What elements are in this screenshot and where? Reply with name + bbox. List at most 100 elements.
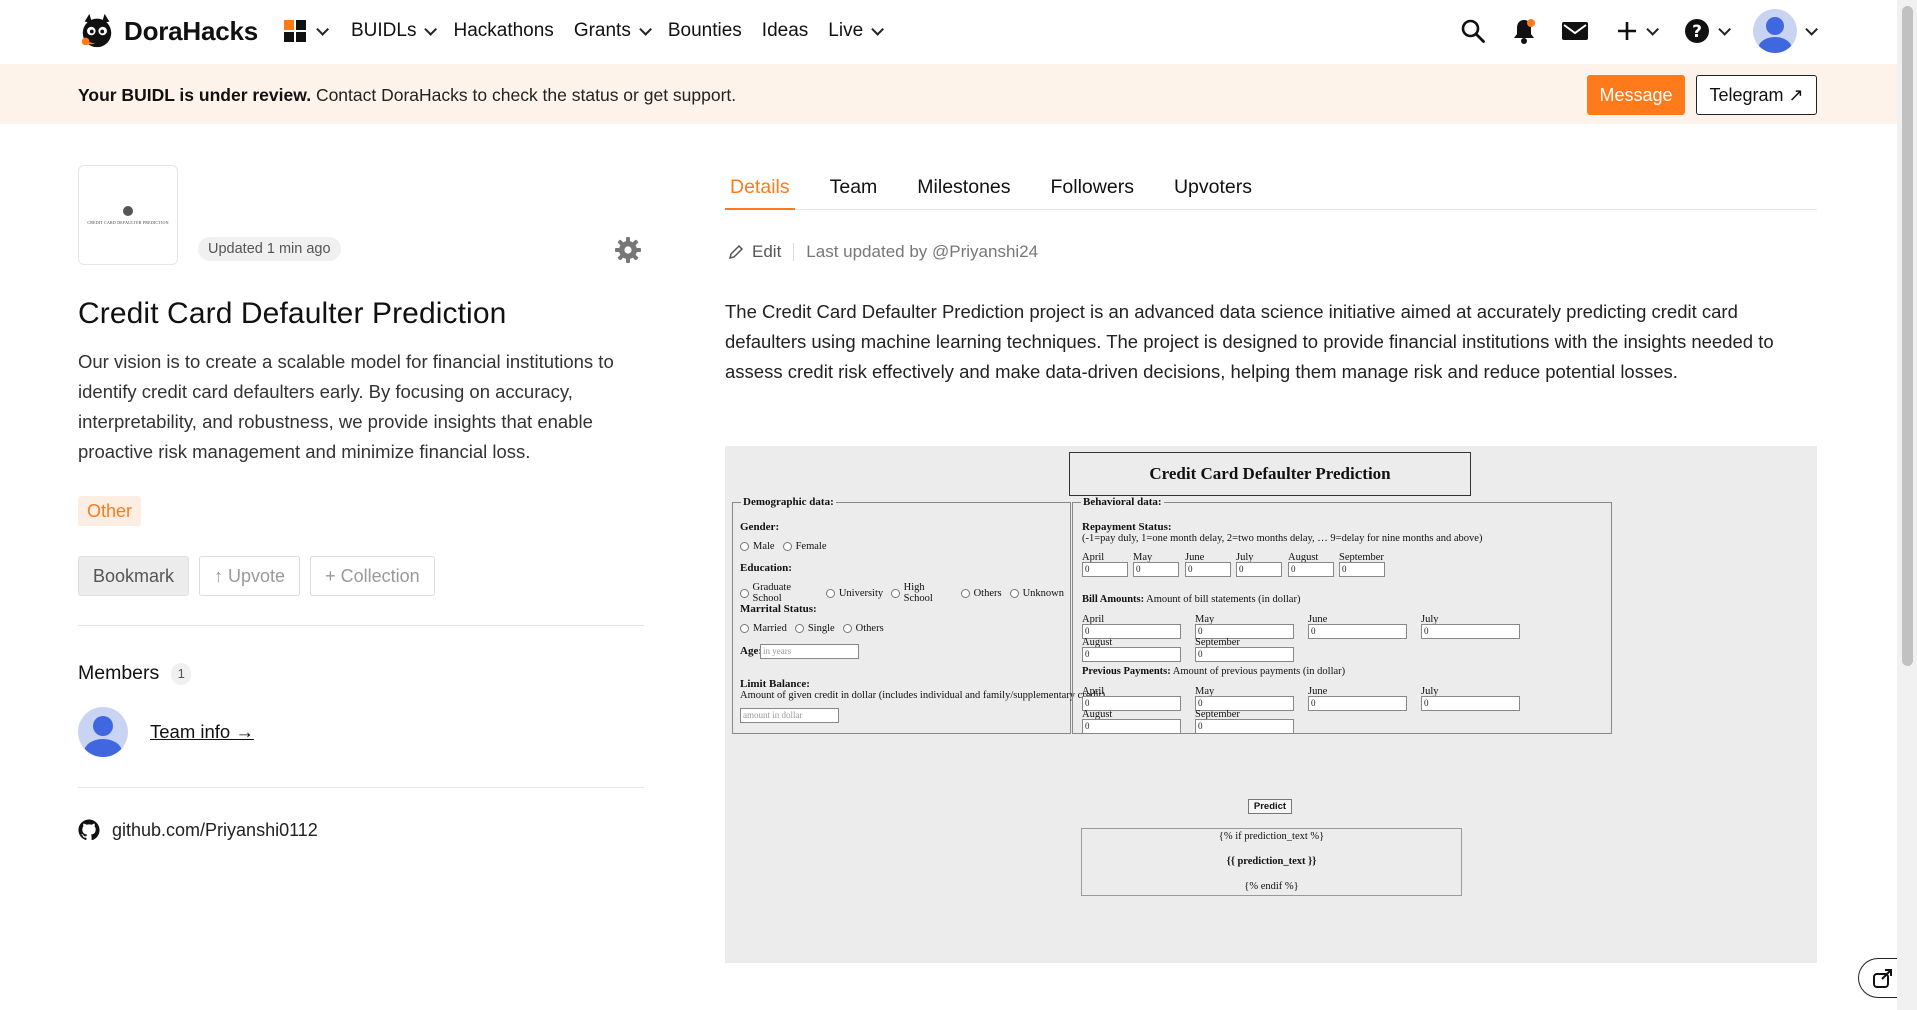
bill-september-input[interactable]: 0 (1195, 647, 1294, 662)
prev-september-input[interactable]: 0 (1195, 719, 1294, 734)
nav-item-buidls[interactable]: BUIDLs (351, 20, 438, 42)
updated-badge: Updated 1 min ago (198, 237, 341, 261)
brand-name: DoraHacks (124, 15, 259, 46)
members-header: Members 1 (78, 662, 192, 685)
chevron-down-icon (639, 22, 652, 36)
bill-july-input[interactable]: 0 (1421, 624, 1520, 639)
edit-row: Edit Last updated by @Priyanshi24 (728, 242, 1038, 262)
repayment-june-input[interactable]: 0 (1185, 562, 1231, 577)
edit-button[interactable]: Edit (728, 242, 781, 262)
nav-item-bounties[interactable]: Bounties (668, 20, 742, 42)
member-item: Team info → (78, 707, 254, 757)
review-banner: Your BUIDL is under review. Contact Dora… (0, 64, 1897, 124)
tab-upvoters[interactable]: Upvoters (1169, 170, 1257, 210)
create-menu-button[interactable] (1610, 20, 1660, 42)
page-scrollbar[interactable] (1897, 0, 1917, 1010)
prev-july-input[interactable]: 0 (1421, 696, 1520, 711)
member-avatar-icon[interactable] (78, 707, 128, 757)
team-info-link[interactable]: Team info → (150, 721, 254, 743)
apps-grid-icon (284, 20, 306, 42)
radio-married[interactable] (740, 624, 749, 633)
tab-milestones[interactable]: Milestones (912, 170, 1015, 210)
help-icon: ? (1684, 19, 1709, 43)
add-collection-button[interactable]: + Collection (310, 556, 435, 596)
main-menu: BUIDLs Hackathons Grants Bounties Ideas … (284, 14, 900, 48)
repayment-july-input[interactable]: 0 (1236, 562, 1282, 577)
bill-june-input[interactable]: 0 (1308, 624, 1407, 639)
age-input[interactable]: in years (760, 644, 859, 659)
chevron-down-icon (424, 22, 438, 36)
radio-marital-others[interactable] (842, 624, 852, 633)
scrollbar-thumb[interactable] (1902, 6, 1913, 666)
top-navigation: DoraHacks BUIDLs Hackathons Grants Bount… (0, 0, 1897, 64)
radio-others[interactable] (960, 588, 970, 598)
plus-icon (1617, 22, 1636, 40)
education-options: Graduate School University High School O… (738, 582, 1070, 604)
svg-text:?: ? (1692, 22, 1702, 42)
project-logo: CREDIT CARD DEFAULTER PREDICTION (78, 165, 178, 265)
dorahacks-logo-icon (81, 13, 112, 48)
notification-bell-icon (1514, 19, 1535, 44)
demographic-fieldset: Demographic data: Gender: Male Female Ed… (732, 496, 1105, 734)
upvote-button[interactable]: ↑ Upvote (199, 556, 301, 596)
tab-team[interactable]: Team (825, 170, 883, 210)
separator (793, 243, 795, 261)
divider (78, 625, 644, 626)
share-icon (1873, 969, 1892, 988)
predict-button[interactable]: Predict (1248, 799, 1292, 814)
user-avatar-icon (1752, 9, 1797, 53)
message-button[interactable]: Message (1587, 75, 1685, 115)
prev-august-input[interactable]: 0 (1082, 719, 1181, 734)
bookmark-button[interactable]: Bookmark (78, 556, 190, 596)
repayment-may-input[interactable]: 0 (1133, 562, 1179, 577)
profile-menu-button[interactable] (1752, 9, 1818, 53)
nav-item-ideas[interactable]: Ideas (762, 20, 808, 42)
pencil-icon (728, 244, 744, 260)
limit-balance-input[interactable]: amount in dollar (740, 708, 839, 723)
chevron-down-icon (1717, 22, 1731, 36)
repayment-september-input[interactable]: 0 (1339, 562, 1385, 577)
messages-button[interactable] (1558, 20, 1592, 42)
radio-unknown[interactable] (1009, 588, 1019, 598)
form-title: Credit Card Defaulter Prediction (1069, 452, 1471, 496)
divider (78, 787, 644, 788)
prediction-output-box: {% if prediction_text %} {{ prediction_t… (1081, 828, 1462, 896)
project-vision: Our vision is to create a scalable model… (78, 351, 614, 462)
nav-item-grants[interactable]: Grants (574, 20, 652, 42)
user-actions: ? (1456, 8, 1818, 54)
nav-item-hackathons[interactable]: Hackathons (453, 20, 553, 42)
chevron-down-icon (1804, 22, 1818, 36)
project-description: The Credit Card Defaulter Prediction pro… (725, 301, 1774, 382)
radio-female[interactable] (782, 542, 792, 551)
chevron-down-icon (871, 22, 885, 36)
apps-menu-button[interactable] (284, 20, 329, 42)
settings-gear-icon[interactable] (614, 236, 642, 264)
github-icon (78, 819, 100, 841)
radio-university[interactable] (825, 588, 835, 598)
repayment-august-input[interactable]: 0 (1288, 562, 1334, 577)
search-button[interactable] (1456, 18, 1490, 44)
chevron-down-icon (316, 22, 329, 36)
radio-graduate-school[interactable] (740, 588, 749, 598)
notifications-button[interactable] (1507, 17, 1541, 45)
radio-single[interactable] (794, 624, 804, 633)
brand-logo-link[interactable]: DoraHacks (78, 12, 258, 50)
help-menu-button[interactable]: ? (1680, 18, 1731, 44)
radio-male[interactable] (740, 542, 749, 551)
detail-tabs: Details Team Milestones Followers Upvote… (725, 170, 1817, 210)
category-tag[interactable]: Other (78, 496, 142, 526)
bill-august-input[interactable]: 0 (1082, 647, 1181, 662)
github-link[interactable]: github.com/Priyanshi0112 (78, 819, 318, 841)
tab-details[interactable]: Details (725, 170, 795, 210)
project-emblem-icon (123, 205, 133, 216)
repayment-april-input[interactable]: 0 (1082, 562, 1128, 577)
prev-june-input[interactable]: 0 (1308, 696, 1407, 711)
search-icon (1461, 19, 1485, 43)
gender-options: Male Female (738, 541, 832, 552)
telegram-button[interactable]: Telegram ↗ (1696, 75, 1817, 115)
tab-followers[interactable]: Followers (1046, 170, 1139, 210)
previous-payments-heading: Previous Payments: Amount of previous pa… (1082, 666, 1346, 677)
radio-high-school[interactable] (891, 588, 900, 598)
project-actions: Bookmark ↑ Upvote + Collection (78, 556, 435, 596)
nav-item-live[interactable]: Live (828, 20, 885, 42)
